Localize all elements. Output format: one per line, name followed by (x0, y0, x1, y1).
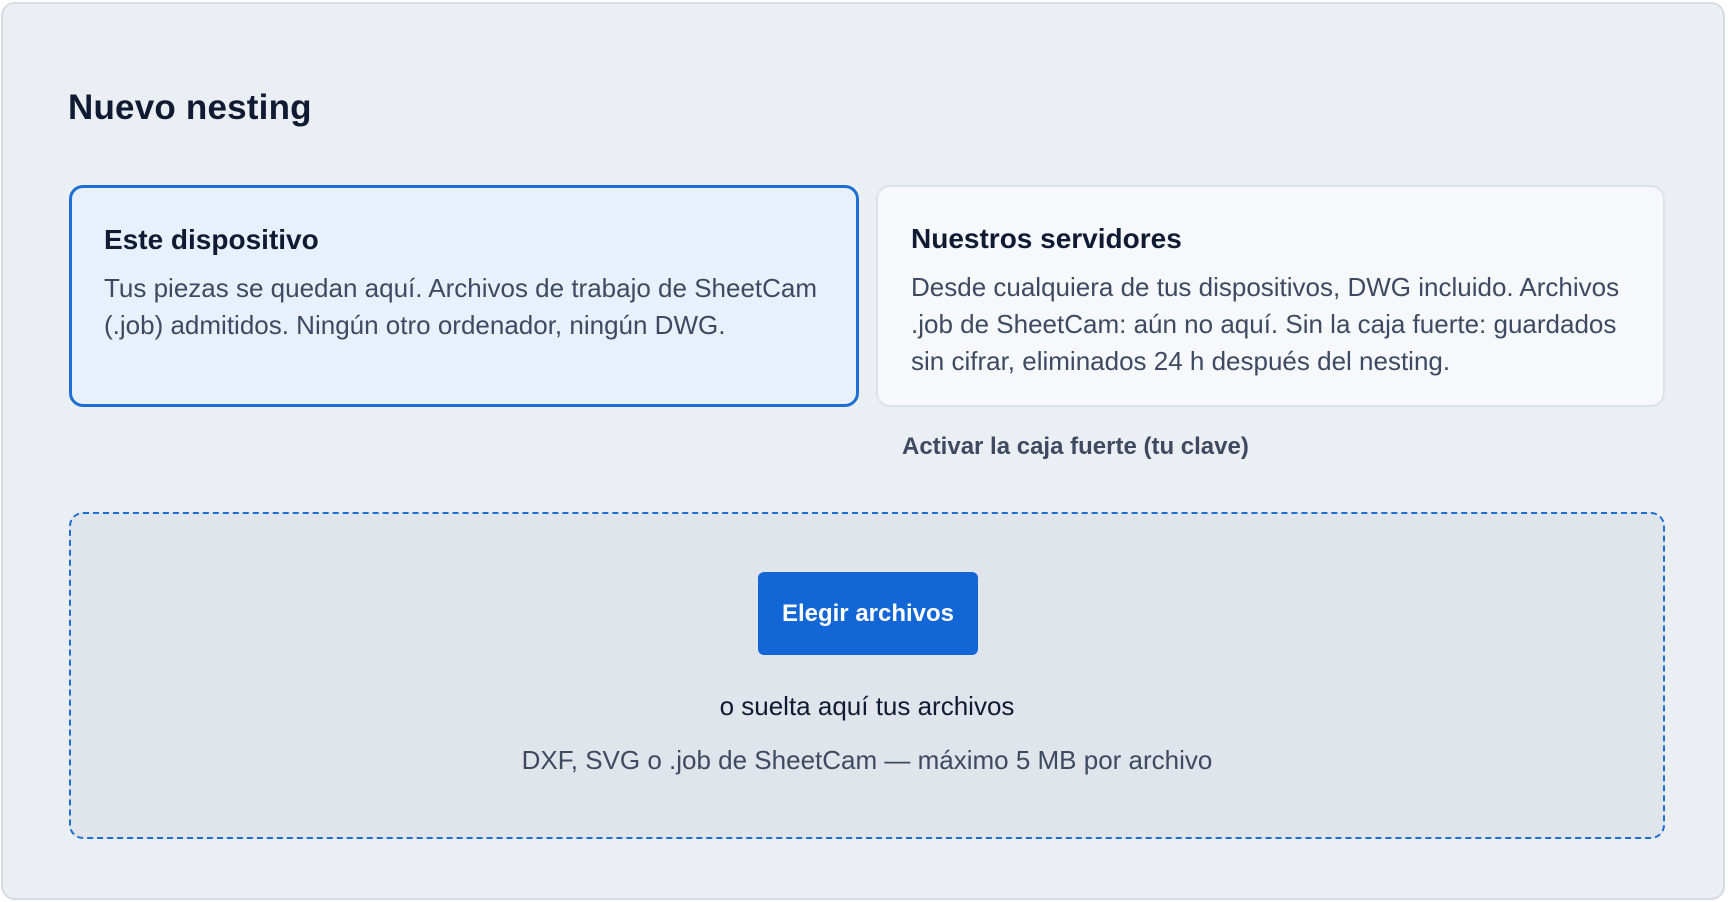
storage-option-device-title: Este dispositivo (104, 224, 319, 255)
formats-hint: DXF, SVG o .job de SheetCam — máximo 5 M… (521, 745, 1213, 775)
storage-option-servers[interactable]: Nuestros servidores Desde cualquiera de … (876, 185, 1665, 407)
choose-files-button[interactable]: Elegir archivos (758, 572, 978, 655)
file-dropzone[interactable]: Elegir archivos o suelta aquí tus archiv… (69, 512, 1665, 839)
page-title: Nuevo nesting (68, 88, 312, 127)
enable-vault-link[interactable]: Activar la caja fuerte (tu clave) (902, 433, 1249, 461)
storage-option-device-description: Tus piezas se quedan aquí. Archivos de t… (104, 273, 818, 340)
storage-option-servers-description: Desde cualquiera de tus dispositivos, DW… (911, 272, 1620, 376)
new-nesting-panel: Nuevo nesting Este dispositivo Tus pieza… (1, 2, 1725, 900)
drop-hint: o suelta aquí tus archivos (719, 691, 1015, 721)
storage-option-servers-title: Nuestros servidores (911, 223, 1182, 254)
storage-option-device[interactable]: Este dispositivo Tus piezas se quedan aq… (69, 185, 859, 407)
